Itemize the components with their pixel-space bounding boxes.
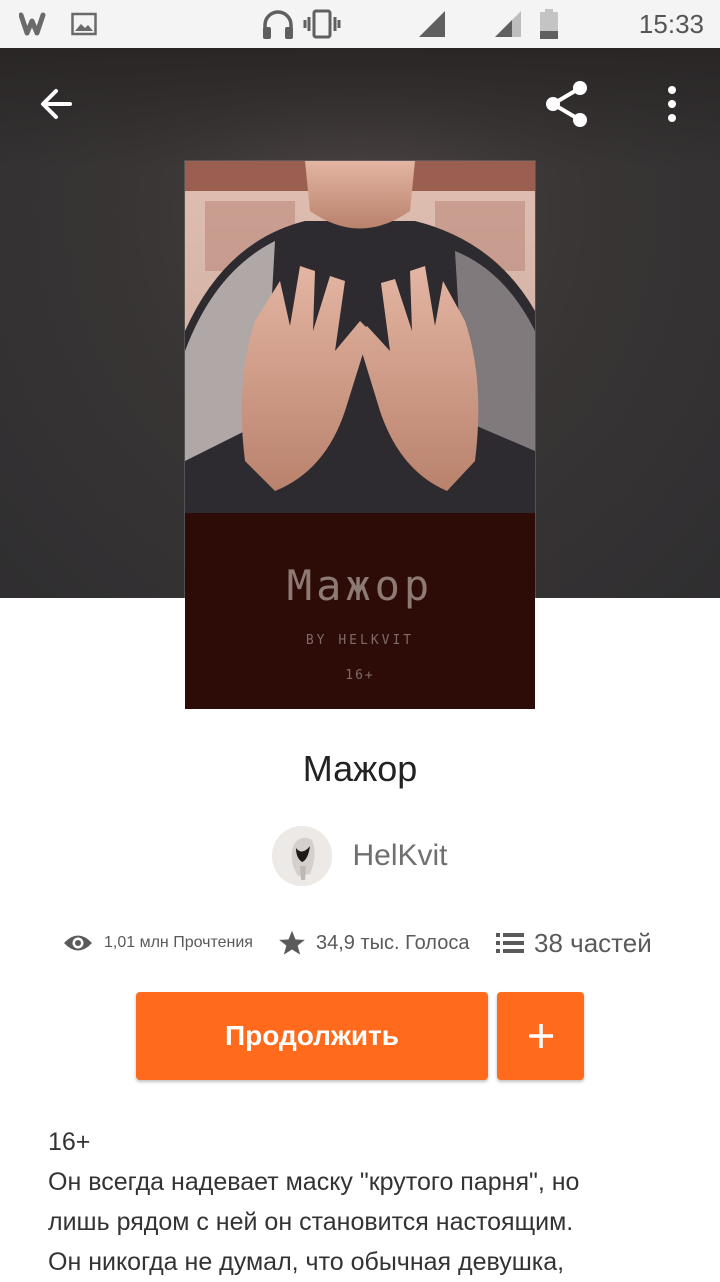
description-line: 16+	[48, 1128, 91, 1156]
description-line: лишь рядом с ней он становится настоящим…	[48, 1208, 574, 1236]
parts-stat[interactable]: 38 частей	[496, 920, 652, 966]
story-description: 16+ Он всегда надевает маску "крутого па…	[48, 1122, 688, 1282]
headphones-icon	[258, 0, 298, 48]
book-cover[interactable]: Мажор BY HELKVIT 16+	[185, 161, 535, 709]
share-icon	[546, 81, 587, 127]
description-line: Он никогда не думал, что обычная девушка…	[48, 1248, 565, 1276]
author-name[interactable]: HelKvit	[352, 839, 447, 873]
battery-icon	[536, 0, 562, 48]
share-button[interactable]	[531, 60, 603, 148]
image-notification-icon	[70, 0, 98, 48]
add-to-library-button[interactable]	[497, 992, 584, 1080]
parts-count: 38 частей	[534, 927, 652, 958]
cover-age-rating: 16+	[345, 668, 375, 683]
continue-reading-button[interactable]: Продолжить	[136, 992, 488, 1080]
plus-icon	[528, 1024, 553, 1048]
status-time: 15:33	[638, 9, 704, 39]
votes-stat: 34,9 тыс. Голоса	[278, 920, 469, 966]
story-title: Мажор	[302, 748, 418, 789]
back-button[interactable]	[20, 60, 92, 148]
status-bar: 15:33	[0, 0, 720, 48]
more-vertical-icon	[668, 86, 676, 122]
wattpad-notification-icon	[18, 0, 54, 48]
avatar[interactable]	[272, 826, 333, 886]
more-options-button[interactable]	[636, 60, 708, 148]
reads-count: 1,01 млн Прочтения	[104, 934, 253, 951]
signal-icon-2	[492, 0, 524, 48]
cover-title: Мажор	[286, 561, 434, 610]
votes-count: 34,9 тыс. Голоса	[316, 931, 470, 954]
list-icon	[496, 933, 524, 953]
reads-stat: 1,01 млн Прочтения	[62, 920, 253, 966]
story-stats: 1,01 млн Прочтения 34,9 тыс. Голоса 38 ч…	[0, 920, 720, 966]
signal-icon	[416, 0, 448, 48]
star-icon	[279, 930, 305, 955]
cover-byline: BY HELKVIT	[305, 633, 415, 648]
cover-photo	[185, 161, 535, 513]
vibrate-icon	[302, 0, 342, 48]
author-link[interactable]: HelKvit	[0, 826, 720, 886]
description-line: Он всегда надевает маску "крутого парня"…	[48, 1168, 580, 1196]
eye-icon	[64, 935, 92, 951]
arrow-left-icon	[41, 89, 72, 119]
